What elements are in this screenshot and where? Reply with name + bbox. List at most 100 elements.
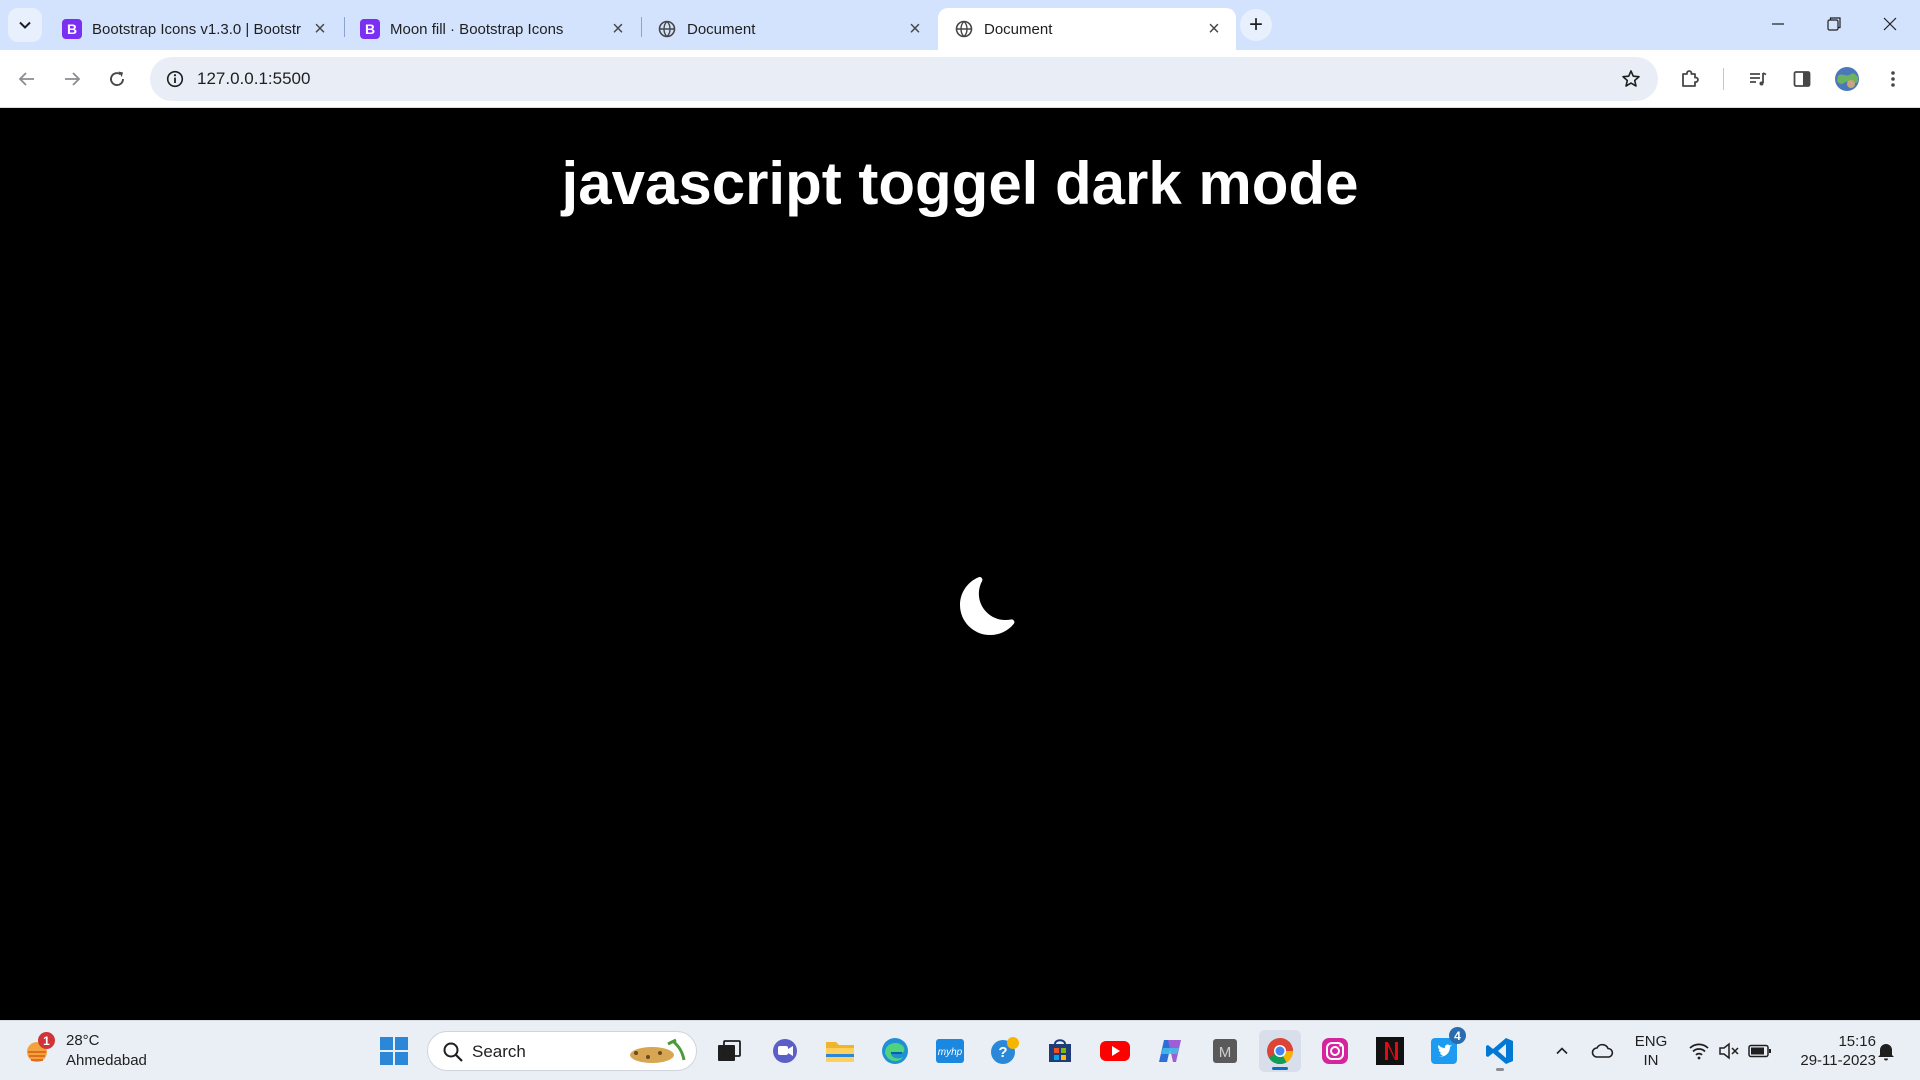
extensions-button[interactable] xyxy=(1672,61,1708,97)
restore-button[interactable] xyxy=(1806,0,1862,48)
netflix-button[interactable] xyxy=(1369,1030,1411,1072)
close-icon[interactable]: × xyxy=(905,19,925,39)
taskbar-search[interactable]: Search xyxy=(427,1031,697,1071)
chevron-up-icon xyxy=(1556,1047,1568,1055)
close-window-button[interactable] xyxy=(1862,0,1918,48)
mail-button[interactable]: M xyxy=(1204,1030,1246,1072)
menu-button[interactable] xyxy=(1875,61,1911,97)
get-help-button[interactable]: ? xyxy=(984,1030,1026,1072)
weather-temperature: 28°C xyxy=(66,1032,100,1049)
edge-button[interactable] xyxy=(874,1030,916,1072)
windows-start-icon xyxy=(380,1037,408,1065)
close-icon[interactable]: × xyxy=(310,19,330,39)
myhp-button[interactable]: myhp xyxy=(929,1030,971,1072)
arrow-right-icon xyxy=(65,72,81,86)
battery-button[interactable] xyxy=(1744,1021,1776,1080)
cloud-icon xyxy=(1591,1043,1614,1058)
notifications-button[interactable] xyxy=(1870,1021,1902,1080)
microsoft-store-icon xyxy=(1049,1039,1071,1062)
show-hidden-icons-button[interactable] xyxy=(1548,1021,1576,1080)
forward-button[interactable] xyxy=(54,61,90,97)
weather-location: Ahmedabad xyxy=(66,1052,147,1069)
chevron-down-icon xyxy=(19,21,31,29)
minimize-button[interactable] xyxy=(1750,0,1806,48)
twitter-notification-badge: 4 xyxy=(1449,1027,1466,1044)
twitter-button[interactable]: 4 xyxy=(1424,1027,1466,1072)
file-explorer-button[interactable] xyxy=(819,1030,861,1072)
weather-alert-badge: 1 xyxy=(38,1032,55,1049)
tab-document-1[interactable]: Document × xyxy=(641,8,937,50)
reload-button[interactable] xyxy=(99,61,135,97)
svg-text:myhp: myhp xyxy=(938,1047,963,1058)
site-info-icon[interactable] xyxy=(162,66,188,92)
tab-title: Bootstrap Icons v1.3.0 | Bootstr xyxy=(92,20,302,38)
copilot-button[interactable] xyxy=(1149,1030,1191,1072)
teams-icon xyxy=(773,1039,797,1063)
toolbar-divider xyxy=(1723,68,1724,90)
minimize-icon xyxy=(1772,23,1784,25)
youtube-button[interactable] xyxy=(1094,1030,1136,1072)
language-indicator[interactable]: ENG IN xyxy=(1628,1021,1674,1080)
back-button[interactable] xyxy=(9,61,45,97)
windows-taskbar: 1 28°C Ahmedabad Search myhp ? M 4 ENG I… xyxy=(0,1020,1920,1080)
browser-toolbar: 127.0.0.1:5500 xyxy=(0,50,1920,108)
moon-fill-icon xyxy=(960,577,1015,636)
new-tab-button[interactable]: + xyxy=(1240,9,1272,41)
vscode-button[interactable] xyxy=(1479,1030,1521,1072)
puzzle-icon xyxy=(1682,70,1699,87)
mail-icon: M xyxy=(1213,1039,1237,1063)
globe-icon xyxy=(657,19,677,39)
file-explorer-icon xyxy=(826,1042,854,1062)
clock-date: 29-11-2023 xyxy=(1800,1052,1876,1069)
reload-icon xyxy=(110,71,124,86)
battery-icon xyxy=(1748,1044,1771,1058)
language-region: IN xyxy=(1643,1052,1659,1069)
edge-icon xyxy=(882,1038,908,1064)
onedrive-button[interactable] xyxy=(1586,1021,1620,1080)
volume-button[interactable] xyxy=(1714,1021,1744,1080)
tab-moon-fill[interactable]: B Moon fill · Bootstrap Icons × xyxy=(344,8,640,50)
get-help-icon: ? xyxy=(991,1037,1019,1064)
media-control-button[interactable] xyxy=(1740,61,1776,97)
instagram-button[interactable] xyxy=(1314,1030,1356,1072)
close-icon[interactable]: × xyxy=(608,19,628,39)
tab-title: Document xyxy=(984,20,1053,38)
profile-button[interactable] xyxy=(1829,61,1865,97)
wifi-button[interactable] xyxy=(1684,1021,1714,1080)
close-icon[interactable]: × xyxy=(1204,19,1224,39)
start-button[interactable] xyxy=(373,1030,415,1072)
bootstrap-icon: B xyxy=(62,19,82,39)
task-view-icon xyxy=(718,1040,741,1061)
page-heading: javascript toggel dark mode xyxy=(561,150,1359,217)
side-panel-button[interactable] xyxy=(1784,61,1820,97)
more-vertical-icon xyxy=(1891,71,1895,87)
tab-search-button[interactable] xyxy=(8,8,42,42)
myhp-icon: myhp xyxy=(936,1039,964,1063)
teams-button[interactable] xyxy=(764,1030,806,1072)
dark-mode-toggle[interactable] xyxy=(960,577,1018,636)
tab-bootstrap-icons[interactable]: B Bootstrap Icons v1.3.0 | Bootstr × xyxy=(46,8,342,50)
tab-strip: B Bootstrap Icons v1.3.0 | Bootstr × B M… xyxy=(0,0,1920,50)
volume-muted-icon xyxy=(1719,1042,1739,1060)
media-queue-icon xyxy=(1750,72,1767,86)
chrome-button[interactable] xyxy=(1259,1030,1301,1072)
search-icon xyxy=(443,1042,463,1062)
clock-time: 15:16 xyxy=(1838,1033,1876,1050)
search-label: Search xyxy=(472,1042,526,1061)
clock[interactable]: 15:16 29-11-2023 xyxy=(1780,1021,1876,1080)
tab-title: Document xyxy=(687,20,756,38)
arrow-left-icon xyxy=(18,72,34,86)
restore-icon xyxy=(1827,17,1841,31)
weather-sun-icon: 1 xyxy=(22,1032,56,1068)
weather-widget[interactable]: 1 28°C Ahmedabad xyxy=(22,1029,147,1073)
chrome-icon xyxy=(1267,1038,1294,1065)
side-panel-icon xyxy=(1793,71,1811,87)
task-view-button[interactable] xyxy=(708,1030,750,1072)
tab-document-active[interactable]: Document × xyxy=(938,8,1236,50)
wifi-icon xyxy=(1689,1043,1709,1060)
bookmark-star-icon[interactable] xyxy=(1618,66,1644,92)
url-text[interactable]: 127.0.0.1:5500 xyxy=(197,69,310,89)
microsoft-store-button[interactable] xyxy=(1039,1030,1081,1072)
bootstrap-icon: B xyxy=(360,19,380,39)
address-bar[interactable]: 127.0.0.1:5500 xyxy=(150,57,1658,101)
